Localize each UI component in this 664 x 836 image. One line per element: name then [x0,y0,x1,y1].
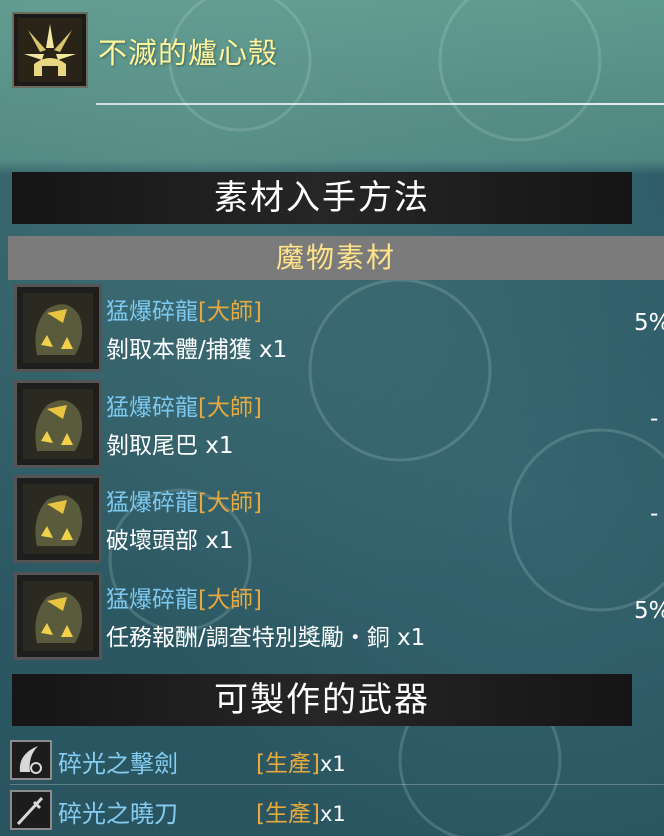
long-sword-icon [10,790,52,830]
weapon-name: 碎光之曉刀 [58,800,178,828]
brachydios-icon [14,380,102,468]
header-divider [96,103,664,105]
acquisition-section-title: 素材入手方法 [12,172,632,224]
rank-label: [大師] [198,395,262,421]
acquisition-method: 任務報酬/調查特別獎勵・銅 x1 [106,625,426,651]
great-sword-icon [10,740,52,780]
weapon-source: [生產]x1 [256,751,346,777]
drop-rate: 5% [634,310,664,336]
monster-name: 猛爆碎龍[大師] [106,490,262,516]
material-row[interactable]: 猛爆碎龍[大師] 破壞頭部 x1 - [14,475,664,565]
acquisition-method: 剝取尾巴 x1 [106,433,234,459]
brachydios-icon [14,475,102,563]
acquisition-method: 破壞頭部 x1 [106,528,234,554]
brachydios-icon [14,572,102,660]
monster-name: 猛爆碎龍[大師] [106,299,262,325]
weapon-source: [生產]x1 [256,801,346,827]
brachydios-icon [14,284,102,372]
item-shell-icon [12,12,88,88]
monster-materials-category: 魔物素材 [8,236,664,280]
item-header: 不滅的爐心殼 [0,0,664,170]
material-row[interactable]: 猛爆碎龍[大師] 剝取尾巴 x1 - [14,380,664,470]
monster-name: 猛爆碎龍[大師] [106,587,262,613]
drop-rate: - [650,501,659,527]
weapon-quantity: x1 [319,752,346,776]
drop-rate: - [650,406,659,432]
acquisition-method: 剝取本體/捕獲 x1 [106,337,288,363]
rank-label: [大師] [198,299,262,325]
weapon-row[interactable]: 碎光之擊劍 [生產]x1 [10,738,664,782]
drop-rate: 5% [634,598,664,624]
rank-label: [大師] [198,587,262,613]
row-divider [10,784,664,785]
weapon-row[interactable]: 碎光之曉刀 [生產]x1 [10,788,664,832]
material-row[interactable]: 猛爆碎龍[大師] 任務報酬/調查特別獎勵・銅 x1 5% [14,572,664,662]
rank-label: [大師] [198,490,262,516]
weapon-name: 碎光之擊劍 [58,750,178,778]
material-row[interactable]: 猛爆碎龍[大師] 剝取本體/捕獲 x1 5% [14,284,664,374]
weapons-section-title: 可製作的武器 [12,674,632,726]
item-name: 不滅的爐心殼 [98,36,279,70]
weapon-quantity: x1 [319,802,346,826]
monster-name: 猛爆碎龍[大師] [106,395,262,421]
